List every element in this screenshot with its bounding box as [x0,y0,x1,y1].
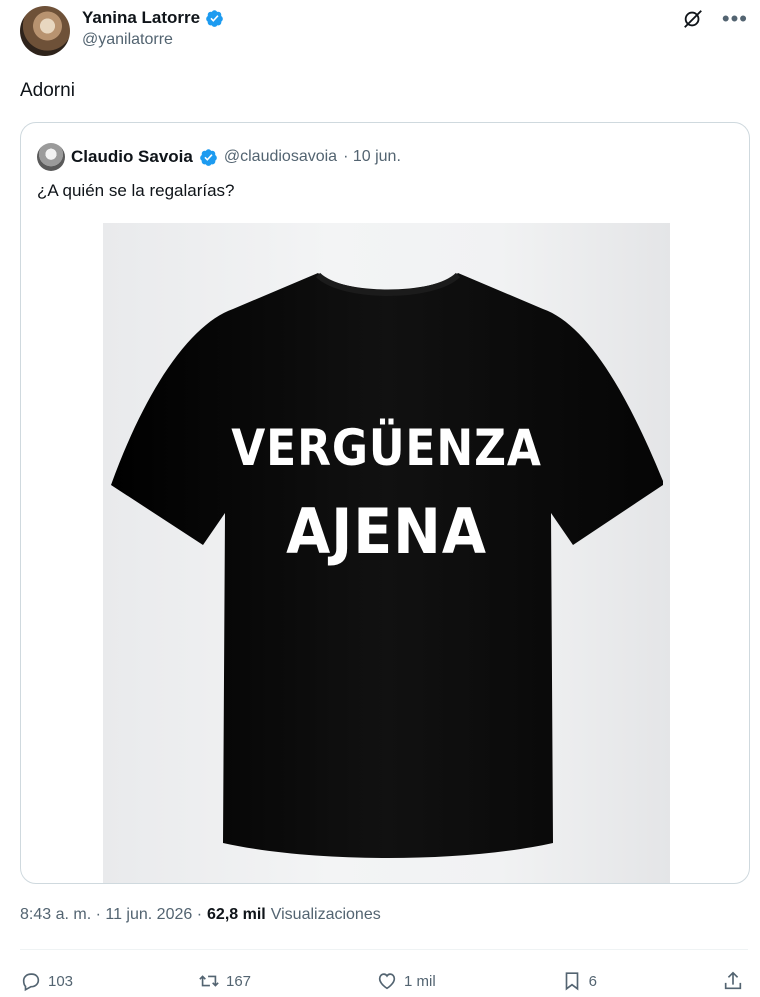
bookmark-count: 6 [588,972,597,990]
quoted-tweet-card[interactable]: Claudio Savoia @claudiosavoia · 10 jun. … [20,122,750,884]
tshirt-text-line1: VERGÜENZA [231,419,542,477]
tweet-text: Adorni [20,80,75,101]
top-actions: ••• [682,8,748,30]
tshirt-text-line2: AJENA [286,495,487,568]
repost-button[interactable]: 167 [198,970,251,992]
bookmark-icon [565,972,578,991]
views-label: Visualizaciones [270,906,381,923]
more-icon[interactable]: ••• [722,8,748,30]
bookmark-button[interactable]: 6 [561,970,597,992]
verified-icon [200,148,217,166]
tshirt-image[interactable]: VERGÜENZA AJENA [103,223,670,883]
like-icon [378,973,396,990]
reply-icon [22,973,40,992]
tweet-meta: 8:43 a. m. · 11 jun. 2026 · 62,8 mil Vis… [20,906,381,924]
like-count: 1 mil [404,972,436,990]
share-button[interactable] [722,970,744,992]
quoted-date: · 10 jun. [343,148,401,165]
quoted-handle: @claudiosavoia [223,148,338,165]
repost-icon [199,975,219,987]
quoted-name: Claudio Savoia [71,147,193,166]
verified-icon [206,9,223,27]
grok-icon[interactable] [682,8,704,30]
like-button[interactable]: 1 mil [376,970,436,992]
quoted-avatar [37,143,65,171]
author-avatar[interactable] [20,6,70,56]
tweet-timestamp[interactable]: 8:43 a. m. · 11 jun. 2026 · [20,906,202,924]
share-icon [724,971,742,990]
views-count: 62,8 mil [207,906,266,923]
author-block: Yanina Latorre @yanilatorre [82,8,224,49]
divider [20,949,748,950]
author-name[interactable]: Yanina Latorre [82,8,200,28]
action-bar: 103 167 1 mil 6 [20,966,744,996]
reply-count: 103 [48,972,74,990]
reply-button[interactable]: 103 [20,970,73,992]
quoted-text: ¿A quién se la regalarías? [37,181,235,200]
quoted-header: Claudio Savoia @claudiosavoia · 10 jun. [37,143,401,171]
repost-count: 167 [226,972,252,990]
author-handle[interactable]: @yanilatorre [82,31,224,49]
